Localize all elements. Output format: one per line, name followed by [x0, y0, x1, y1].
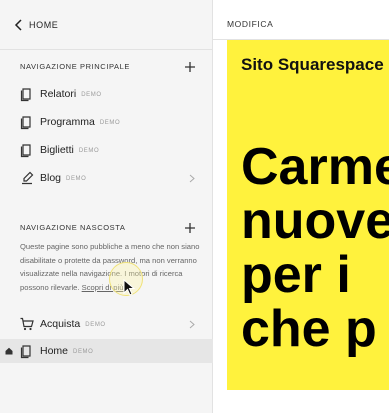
site-preview[interactable]: Sito Squarespace Carmen nuove per i che … — [213, 40, 389, 413]
edit-label: MODIFICA — [227, 19, 274, 29]
nav-item-acquista[interactable]: Acquista DEMO — [0, 312, 213, 336]
headline-line: nuove — [241, 192, 389, 250]
page-icon — [20, 144, 31, 158]
nav-item-label: Home — [40, 345, 69, 357]
chevron-right-icon — [189, 320, 195, 329]
back-label: HOME — [29, 19, 59, 30]
nav-item-programma[interactable]: Programma DEMO — [0, 110, 213, 134]
demo-badge: DEMO — [85, 322, 106, 328]
page-icon — [20, 345, 31, 359]
nav-item-biglietti[interactable]: Biglietti DEMO — [0, 138, 213, 162]
demo-badge: DEMO — [99, 120, 121, 126]
hero-headline: Carmen nuove per i che p — [241, 140, 389, 356]
demo-badge: DEMO — [73, 349, 94, 355]
add-main-nav-page-icon[interactable] — [184, 61, 196, 73]
site-title: Sito Squarespace — [241, 55, 384, 74]
nav-item-label: Programma — [40, 116, 95, 128]
main-navigation-title: NAVIGAZIONE PRINCIPALE — [20, 62, 131, 71]
nav-item-home[interactable]: Home DEMO — [0, 339, 213, 363]
chevron-left-icon — [14, 18, 22, 31]
demo-badge: DEMO — [66, 176, 87, 182]
shopping-cart-icon — [20, 317, 34, 331]
nav-item-label: Blog — [40, 172, 62, 184]
headline-line: che p — [241, 300, 377, 358]
demo-badge: DEMO — [78, 148, 100, 154]
nav-item-label: Acquista — [40, 318, 81, 330]
blog-icon — [22, 171, 34, 185]
headline-line: Carmen — [241, 138, 389, 196]
hidden-navigation-title: NAVIGAZIONE NASCOSTA — [20, 223, 126, 232]
nav-item-label: Biglietti — [40, 144, 74, 156]
nav-item-relatori[interactable]: Relatori DEMO — [0, 82, 213, 106]
add-hidden-nav-page-icon[interactable] — [184, 222, 196, 234]
sidebar-panel: HOME NAVIGAZIONE PRINCIPALE Relatori DEMO… — [0, 0, 213, 413]
headline-line: per i — [241, 246, 351, 304]
back-to-home-button[interactable]: HOME — [0, 0, 213, 50]
nav-item-label: Relatori — [40, 88, 77, 100]
page-icon — [20, 88, 31, 102]
hero-section: Sito Squarespace Carmen nuove per i che … — [227, 40, 389, 390]
homepage-marker-icon — [5, 347, 13, 355]
demo-badge: DEMO — [81, 92, 102, 98]
nav-item-blog[interactable]: Blog DEMO — [0, 166, 213, 190]
chevron-right-icon — [189, 174, 195, 183]
edit-bar[interactable]: MODIFICA — [213, 0, 389, 40]
page-icon — [20, 116, 31, 130]
mouse-cursor-icon — [123, 279, 136, 296]
